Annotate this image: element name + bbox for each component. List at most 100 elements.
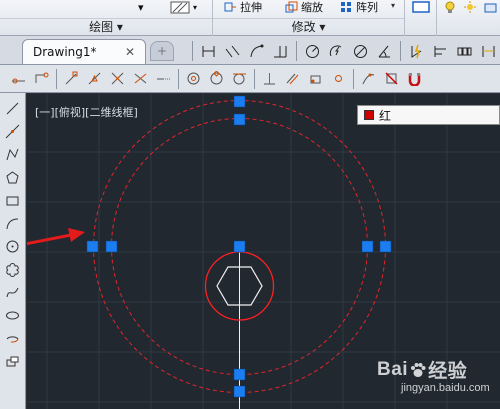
- array-label: 阵列: [356, 1, 378, 14]
- array-dropdown[interactable]: ▾: [391, 1, 401, 13]
- toolbar-separator: [296, 41, 297, 61]
- layer-tool-button[interactable]: [411, 0, 431, 14]
- extension-icon[interactable]: [153, 68, 174, 89]
- grip-outer-top[interactable]: [233, 95, 246, 108]
- scale-button[interactable]: 缩放: [285, 0, 323, 14]
- sun-icon: [464, 0, 476, 13]
- layer-state-button[interactable]: [484, 0, 498, 14]
- file-tab-bar: Drawing1* ✕ +: [0, 36, 500, 65]
- rectangle-icon[interactable]: [2, 189, 24, 211]
- toolbar-separator: [353, 68, 354, 89]
- quadrant-icon[interactable]: [206, 68, 227, 89]
- node-icon[interactable]: [328, 68, 349, 89]
- grip-inner-bottom[interactable]: [233, 368, 246, 381]
- xline-icon[interactable]: [2, 120, 24, 142]
- spline-icon[interactable]: [2, 281, 24, 303]
- plus-icon: +: [156, 44, 168, 58]
- baseline-icon[interactable]: [430, 41, 451, 62]
- draw-toolbar: [0, 93, 26, 409]
- ribbon: ▾ ▾ 拉伸 缩放 阵列 ▾ 绘图 ▾ 修改 ▾: [0, 0, 500, 36]
- revcloud-icon[interactable]: [2, 258, 24, 280]
- layer-color-swatch: [364, 110, 374, 120]
- quick-dim-icon[interactable]: [406, 41, 427, 62]
- center-icon[interactable]: [183, 68, 204, 89]
- intersection-icon[interactable]: [107, 68, 128, 89]
- dim-space-icon[interactable]: [478, 41, 499, 62]
- continue-icon[interactable]: [454, 41, 475, 62]
- draw-panel-title[interactable]: 绘图 ▾: [0, 18, 212, 34]
- apparent-int-icon[interactable]: [130, 68, 151, 89]
- line-icon[interactable]: [2, 97, 24, 119]
- object-snap-toolbar: [0, 65, 500, 93]
- stretch-icon: [224, 1, 237, 13]
- grip-inner-right[interactable]: [361, 240, 374, 253]
- grip-outer-right[interactable]: [379, 240, 392, 253]
- grip-inner-left[interactable]: [105, 240, 118, 253]
- linear-dim-icon[interactable]: [198, 41, 219, 62]
- none-icon[interactable]: [381, 68, 402, 89]
- lightbulb-button[interactable]: [444, 0, 456, 14]
- parallel-icon[interactable]: [282, 68, 303, 89]
- insert-icon[interactable]: [305, 68, 326, 89]
- diameter-icon[interactable]: [350, 41, 371, 62]
- arc-length-icon[interactable]: [246, 41, 267, 62]
- grip-inner-top[interactable]: [233, 113, 246, 126]
- endpoint-icon[interactable]: [61, 68, 82, 89]
- drawing-canvas[interactable]: [一][俯视][二维线框] 红 Bai 经验 jingyan.baidu.com: [27, 94, 500, 409]
- scale-icon: [285, 1, 298, 13]
- temp-track-icon[interactable]: [8, 68, 29, 89]
- stretch-label: 拉伸: [240, 1, 262, 14]
- viewport-controls-label[interactable]: [一][俯视][二维线框]: [35, 104, 138, 120]
- ribbon-separator: [436, 0, 437, 36]
- ribbon-dropdown-arrow[interactable]: ▾: [138, 0, 144, 14]
- watermark: Bai 经验 jingyan.baidu.com: [377, 356, 497, 406]
- arc-icon[interactable]: [2, 212, 24, 234]
- radius-dim-icon[interactable]: [302, 41, 323, 62]
- layer-name: 红: [379, 108, 392, 123]
- layer-icon: [412, 1, 430, 13]
- toolbar-grip: [192, 41, 193, 61]
- layer-combo[interactable]: 红: [357, 105, 500, 125]
- toolbar-separator: [178, 68, 179, 89]
- layer-state-icon: [484, 3, 497, 12]
- paw-icon: [411, 362, 426, 377]
- tab-drawing1[interactable]: Drawing1* ✕: [22, 39, 146, 64]
- stretch-button[interactable]: 拉伸: [224, 0, 262, 14]
- close-icon[interactable]: ✕: [125, 45, 135, 59]
- array-button[interactable]: 阵列: [340, 0, 378, 14]
- new-tab-button[interactable]: +: [150, 41, 174, 61]
- polygon-icon[interactable]: [2, 166, 24, 188]
- from-icon[interactable]: [31, 68, 52, 89]
- hatch-button[interactable]: ▾: [170, 0, 197, 14]
- osnap-settings-icon[interactable]: [404, 68, 425, 89]
- aligned-dim-icon[interactable]: [222, 41, 243, 62]
- sun-button[interactable]: [463, 0, 477, 14]
- ellipse-icon[interactable]: [2, 304, 24, 326]
- tangent-icon[interactable]: [229, 68, 250, 89]
- perpendicular-icon[interactable]: [259, 68, 280, 89]
- annotation-arrow: [27, 228, 85, 246]
- ribbon-separator: [404, 0, 405, 36]
- grip-outer-bottom[interactable]: [233, 385, 246, 398]
- tab-label: Drawing1*: [33, 45, 97, 59]
- grip-center[interactable]: [233, 240, 246, 253]
- modify-panel-title[interactable]: 修改 ▾: [213, 18, 404, 34]
- watermark-logo: Bai 经验: [377, 358, 468, 383]
- toolbar-separator: [254, 68, 255, 89]
- pline-icon[interactable]: [2, 143, 24, 165]
- insert-block-icon[interactable]: [2, 350, 24, 372]
- grip-outer-left[interactable]: [86, 240, 99, 253]
- ellipse-arc-icon[interactable]: [2, 327, 24, 349]
- midpoint-icon[interactable]: [84, 68, 105, 89]
- lightbulb-icon: [445, 1, 455, 13]
- array-icon: [340, 1, 353, 13]
- nearest-icon[interactable]: [358, 68, 379, 89]
- watermark-url: jingyan.baidu.com: [401, 382, 490, 394]
- dimension-toolbar: [190, 39, 500, 63]
- circle-icon[interactable]: [2, 235, 24, 257]
- ordinate-icon[interactable]: [270, 41, 291, 62]
- hatch-icon: [170, 1, 190, 13]
- jogged-icon[interactable]: [326, 41, 347, 62]
- angular-icon[interactable]: [374, 41, 395, 62]
- scale-label: 缩放: [301, 1, 323, 14]
